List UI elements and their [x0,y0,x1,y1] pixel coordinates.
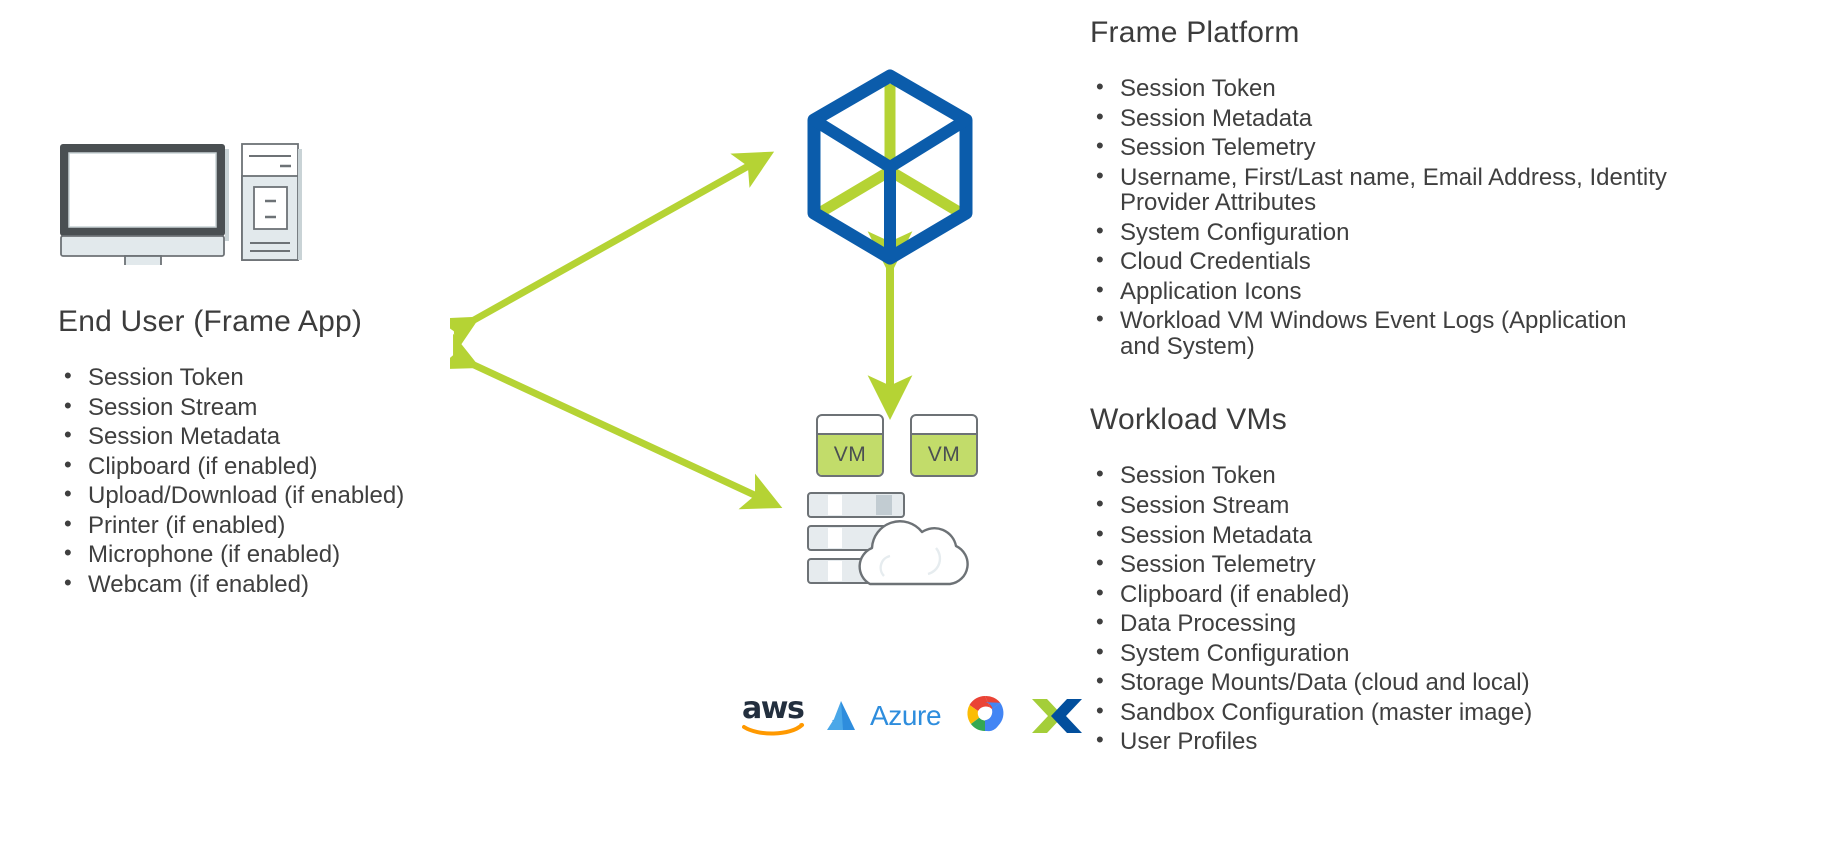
list-item: System Configuration [1090,640,1810,667]
list-item: Username, First/Last name, Email Address… [1090,164,1680,216]
list-item: Session Token [1090,75,1810,102]
list-item: Session Telemetry [1090,134,1810,161]
azure-logo-label: Azure [870,700,942,731]
frame-platform-bullet-list: Session Token Session Metadata Session T… [1090,75,1810,359]
workload-vms-heading: Workload VMs [1090,403,1287,437]
list-item: Session Stream [1090,492,1810,519]
arrow-enduser-to-platform [450,151,775,353]
list-item: Session Telemetry [1090,551,1810,578]
end-user-heading: End User (Frame App) [58,305,363,338]
aws-logo-label: aws [742,691,805,726]
list-item: Session Metadata [1090,105,1810,132]
center-graphics: VM VM aws Azure [450,50,1083,750]
workload-vms-section: Workload VMs Session Token Session Strea… [1090,403,1810,754]
vm-box-label: VM [927,443,961,466]
list-item: Workload VM Windows Event Logs (Applicat… [1090,307,1640,359]
vm-box: VM [910,414,978,477]
nutanix-x-logo [1029,694,1085,738]
desktop-computer-icon [58,140,308,267]
server-cloud-icon [802,488,992,603]
list-item: Cloud Credentials [1090,248,1810,275]
list-item: Data Processing [1090,610,1810,637]
vm-box-label: VM [833,443,867,466]
google-cloud-logo [959,692,1011,741]
right-details-column: Frame Platform Session Token Session Met… [1090,16,1810,759]
list-item: Application Icons [1090,278,1810,305]
list-item: System Configuration [1090,219,1810,246]
arrow-enduser-to-workload [450,333,783,510]
cloud-provider-logos: aws Azure [742,688,1083,744]
frame-cube-icon [800,68,980,278]
azure-logo: Azure [824,697,942,735]
frame-platform-section: Frame Platform Session Token Session Met… [1090,16,1810,359]
list-item: Session Token [1090,462,1810,489]
frame-platform-heading: Frame Platform [1090,16,1300,49]
azure-mark-icon [827,701,855,730]
list-item: Session Metadata [1090,522,1810,549]
list-item: Storage Mounts/Data (cloud and local) [1090,669,1810,696]
diagram-canvas: End User (Frame App) Session Token Sessi… [0,0,1836,865]
list-item: Clipboard (if enabled) [1090,581,1810,608]
aws-logo: aws [742,694,806,738]
list-item: User Profiles [1090,728,1810,755]
workload-vms-bullet-list: Session Token Session Stream Session Met… [1090,462,1810,755]
list-item: Sandbox Configuration (master image) [1090,699,1810,726]
vm-box: VM [816,414,884,477]
